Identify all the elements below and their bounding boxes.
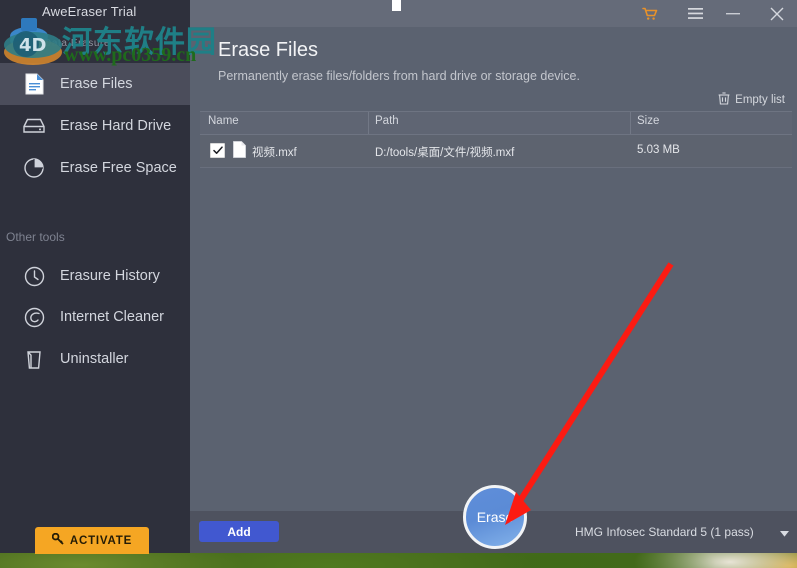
- activate-button[interactable]: ACTIVATE: [35, 527, 149, 554]
- sidebar-item-label: Uninstaller: [60, 351, 129, 367]
- bottom-toolbar: Add Erase HMG Infosec Standard 5 (1 pass…: [190, 485, 797, 553]
- sidebar-item-erase-free-space[interactable]: Erase Free Space: [0, 147, 190, 189]
- brand-title: AweEraser Trial: [42, 4, 137, 19]
- pie-chart-icon: [22, 156, 46, 180]
- globe-spiral-icon: [22, 305, 46, 329]
- clock-icon: [22, 264, 46, 288]
- add-button[interactable]: Add: [199, 521, 279, 542]
- cell-name: 视频.mxf: [252, 147, 297, 159]
- activate-button-label: ACTIVATE: [69, 534, 133, 547]
- column-divider: [630, 112, 631, 134]
- key-icon: [51, 532, 64, 548]
- cell-path: D:/tools/桌面/文件/视频.mxf: [375, 147, 515, 159]
- hard-drive-icon: [22, 114, 46, 138]
- file-icon: [233, 141, 246, 158]
- empty-list-label: Empty list: [735, 94, 785, 106]
- column-header-size[interactable]: Size: [637, 115, 659, 127]
- erase-button-label: Erase: [476, 509, 514, 525]
- file-document-icon: [22, 72, 46, 96]
- sidebar-item-label: Erase Free Space: [60, 160, 177, 176]
- brand-subtitle: Data Erasure: [44, 38, 111, 49]
- content-pane: Erase Files Permanently erase files/fold…: [190, 27, 797, 553]
- cart-icon[interactable]: [633, 0, 667, 27]
- sidebar-item-label: Erase Files: [60, 76, 133, 92]
- table-header-row: Name Path Size: [200, 111, 792, 135]
- trash-bucket-icon: [22, 347, 46, 371]
- trash-icon: [718, 92, 730, 108]
- minimize-button[interactable]: [716, 0, 750, 27]
- erase-method-dropdown[interactable]: HMG Infosec Standard 5 (1 pass): [570, 511, 797, 553]
- sidebar-item-erasure-history[interactable]: Erasure History: [0, 255, 190, 297]
- app-window: AweEraser Trial Data Erasure Erase Files: [0, 0, 797, 554]
- sidebar-item-label: Internet Cleaner: [60, 309, 164, 325]
- cursor-artifact: [392, 0, 401, 11]
- table-row[interactable]: 视频.mxf D:/tools/桌面/文件/视频.mxf 5.03 MB: [200, 135, 792, 168]
- brand-header: AweEraser Trial Data Erasure: [0, 0, 190, 62]
- page-subtitle: Permanently erase files/folders from har…: [218, 69, 580, 83]
- column-divider: [368, 112, 369, 134]
- sidebar-item-label: Erasure History: [60, 268, 160, 284]
- sidebar-item-erase-files[interactable]: Erase Files: [0, 63, 190, 105]
- column-header-name[interactable]: Name: [208, 115, 239, 127]
- empty-list-button[interactable]: Empty list: [718, 92, 785, 108]
- erase-method-label: HMG Infosec Standard 5 (1 pass): [575, 525, 754, 539]
- sidebar-section-label: Other tools: [6, 230, 65, 244]
- sidebar: AweEraser Trial Data Erasure Erase Files: [0, 0, 190, 554]
- page-title: Erase Files: [218, 39, 319, 61]
- sidebar-item-internet-cleaner[interactable]: Internet Cleaner: [0, 296, 190, 338]
- close-button[interactable]: [760, 0, 794, 27]
- row-checkbox[interactable]: [210, 143, 225, 158]
- cell-size: 5.03 MB: [637, 144, 680, 156]
- sidebar-item-label: Erase Hard Drive: [60, 118, 172, 134]
- file-table: Name Path Size 视频.mxf D:/tools/桌面/文件/视频.…: [200, 111, 792, 168]
- erase-button[interactable]: Erase: [463, 485, 527, 549]
- chevron-down-icon: [780, 526, 789, 540]
- menu-icon[interactable]: [678, 0, 712, 27]
- add-button-label: Add: [227, 524, 251, 539]
- column-header-path[interactable]: Path: [375, 115, 399, 127]
- sidebar-item-erase-hard-drive[interactable]: Erase Hard Drive: [0, 105, 190, 147]
- sidebar-item-uninstaller[interactable]: Uninstaller: [0, 338, 190, 380]
